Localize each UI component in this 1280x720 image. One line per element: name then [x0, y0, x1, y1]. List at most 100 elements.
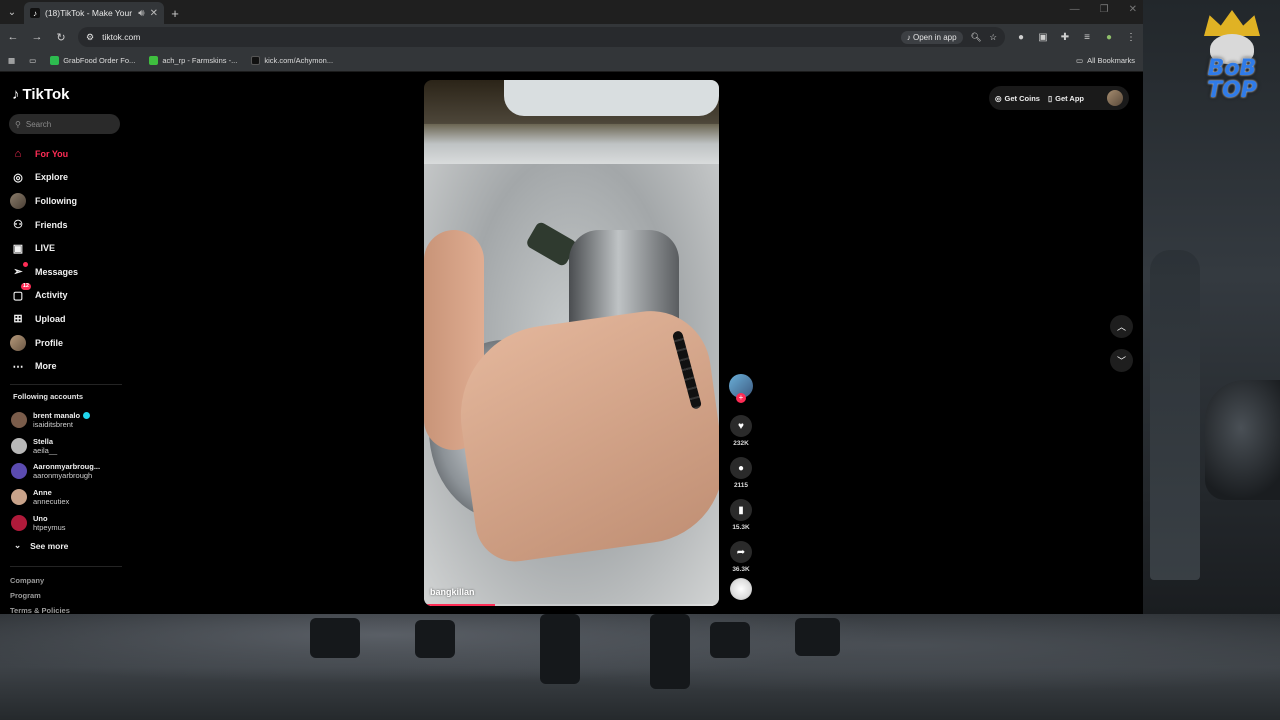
- nav-upload[interactable]: ⊞ Upload: [10, 307, 78, 331]
- folder-icon: ▭: [1075, 56, 1084, 65]
- zoom-icon[interactable]: 🔍︎: [971, 32, 982, 43]
- audio-icon[interactable]: 🔊︎: [138, 8, 144, 19]
- bookmark-kick[interactable]: kick.com/Achymon...: [251, 56, 333, 65]
- all-bookmarks-button[interactable]: ▭ All Bookmarks: [1076, 56, 1135, 65]
- nav-messages[interactable]: ➢ Messages: [10, 260, 78, 284]
- window-close-icon[interactable]: ✕: [1129, 4, 1137, 15]
- account-name: Stella: [33, 436, 54, 446]
- forward-icon[interactable]: →: [30, 31, 44, 43]
- browser-window: ⌄ ♪ (18)TikTok - Make Your Day 🔊︎ ✕ + — …: [0, 0, 1143, 614]
- account-handle: isaiditsbrent: [33, 419, 74, 429]
- comment-button[interactable]: ●: [730, 457, 752, 479]
- nav-for-you[interactable]: ⌂ For You: [10, 142, 78, 166]
- apps-grid-icon[interactable]: ▦: [8, 56, 15, 65]
- following-accounts-list: brent manalo isaiditsbrent Stella aeila_…: [11, 407, 100, 536]
- profile-avatar-icon: [10, 334, 26, 351]
- more-icon: ⋯: [12, 360, 24, 373]
- folder-icon[interactable]: ▭: [29, 56, 36, 65]
- extension-icon[interactable]: ▣: [1037, 32, 1049, 43]
- nav-label: Activity: [35, 290, 68, 301]
- menu-icon[interactable]: ⋮: [1125, 32, 1137, 43]
- nav-label: Messages: [35, 266, 79, 277]
- nav-more[interactable]: ⋯ More: [10, 354, 78, 378]
- follow-plus-icon[interactable]: +: [736, 393, 746, 403]
- tiktok-logo[interactable]: ♪ TikTok: [12, 86, 69, 103]
- tab-strip: ⌄ ♪ (18)TikTok - Make Your Day 🔊︎ ✕ + — …: [0, 0, 1143, 24]
- extensions-puzzle-icon[interactable]: ✚: [1059, 32, 1071, 43]
- coin-icon: ◎: [995, 93, 1002, 103]
- open-in-app-button[interactable]: ♪ Open in app: [900, 30, 963, 44]
- chevron-down-icon: ⌄: [14, 540, 22, 550]
- share-button[interactable]: ➦: [730, 541, 752, 563]
- tab-close-icon[interactable]: ✕: [150, 8, 158, 19]
- bookmark-star-icon[interactable]: ☆: [989, 32, 997, 43]
- avatar[interactable]: [1107, 90, 1123, 106]
- upload-icon: ⊞: [13, 313, 23, 326]
- footer-link-program[interactable]: Program: [10, 589, 70, 604]
- nav-activity[interactable]: ▢ 12 Activity: [10, 283, 78, 308]
- previous-video-button[interactable]: ︿: [1110, 315, 1133, 338]
- bookmark-grabfood[interactable]: GrabFood Order Fo...: [50, 56, 135, 65]
- extension-icon[interactable]: ●: [1015, 32, 1027, 43]
- heart-icon: ♥: [738, 420, 744, 432]
- nav-label: More: [35, 361, 57, 372]
- video-progress-bar[interactable]: [424, 604, 495, 606]
- get-coins-button[interactable]: ◎ Get Coins: [995, 94, 1040, 103]
- account-item[interactable]: brent manalo isaiditsbrent: [11, 407, 100, 433]
- nav-profile[interactable]: Profile: [10, 331, 78, 355]
- restore-icon[interactable]: ❐: [1100, 4, 1109, 15]
- account-item[interactable]: Stella aeila__: [11, 433, 100, 459]
- footer-link-terms[interactable]: Terms & Policies: [10, 604, 70, 614]
- new-tab-button[interactable]: +: [164, 2, 186, 24]
- see-more-button[interactable]: ⌄ See more: [14, 540, 68, 551]
- next-video-button[interactable]: ﹀: [1110, 349, 1133, 372]
- following-accounts-title: Following accounts: [13, 392, 84, 401]
- video-player[interactable]: bangkillan: [424, 80, 719, 606]
- nav-live[interactable]: ▣ LIVE: [10, 236, 78, 260]
- search-icon: ⚲: [15, 119, 21, 129]
- messages-icon: ➢: [10, 261, 28, 280]
- background-leg: [540, 614, 580, 684]
- address-bar[interactable]: ⚙ tiktok.com ♪ Open in app 🔍︎ ☆: [78, 27, 1005, 47]
- reload-icon[interactable]: ↻: [54, 31, 68, 44]
- media-controls-icon[interactable]: ≡: [1081, 32, 1093, 43]
- minimize-icon[interactable]: —: [1070, 4, 1080, 15]
- browser-tab[interactable]: ♪ (18)TikTok - Make Your Day 🔊︎ ✕: [24, 2, 164, 24]
- tiktok-favicon-icon: [251, 56, 261, 65]
- back-icon[interactable]: ←: [6, 31, 20, 43]
- url-text[interactable]: tiktok.com: [102, 32, 893, 42]
- get-app-button[interactable]: ▯ Get App: [1048, 94, 1084, 103]
- account-name: brent manalo: [33, 410, 81, 420]
- search-input[interactable]: ⚲ Search: [9, 114, 120, 134]
- like-button[interactable]: ♥: [730, 415, 752, 437]
- nav-explore[interactable]: ◎ Explore: [10, 166, 78, 190]
- account-item[interactable]: Uno htpeymus: [11, 510, 100, 536]
- video-username[interactable]: bangkillan: [430, 587, 475, 597]
- friends-icon: ⚇: [13, 219, 23, 232]
- profile-icon[interactable]: ●: [1103, 32, 1115, 43]
- account-item[interactable]: Aaronmyarbroug... aaronmyarbrough: [11, 459, 100, 485]
- bookmark-label: kick.com/Achymon...: [264, 56, 334, 65]
- avatar: [11, 489, 27, 506]
- footer-link-company[interactable]: Company: [10, 574, 70, 589]
- account-name: Uno: [33, 514, 48, 524]
- avatar: [11, 515, 27, 532]
- share-arrow-icon: ➦: [736, 546, 746, 558]
- site-info-icon[interactable]: ⚙: [86, 32, 94, 43]
- window-controls: — ❐ ✕: [1070, 4, 1137, 15]
- bookmark-farmskins[interactable]: ach_rp - Farmskins -...: [149, 56, 237, 65]
- account-handle: htpeymus: [33, 523, 66, 533]
- nav-label: Explore: [35, 172, 69, 183]
- nav-friends[interactable]: ⚇ Friends: [10, 213, 78, 237]
- background-street: [0, 614, 1280, 720]
- avatar: [11, 437, 27, 454]
- creator-avatar[interactable]: +: [729, 374, 753, 403]
- nav-following[interactable]: Following: [10, 189, 78, 213]
- tab-search-button[interactable]: ⌄: [0, 0, 24, 24]
- bookmark-label: GrabFood Order Fo...: [63, 56, 136, 65]
- live-icon: ▣: [12, 242, 24, 255]
- music-disc-icon[interactable]: [730, 578, 752, 600]
- account-item[interactable]: Anne annecutiex: [11, 484, 100, 510]
- save-button[interactable]: ▮: [730, 499, 752, 521]
- avatar: [11, 411, 27, 428]
